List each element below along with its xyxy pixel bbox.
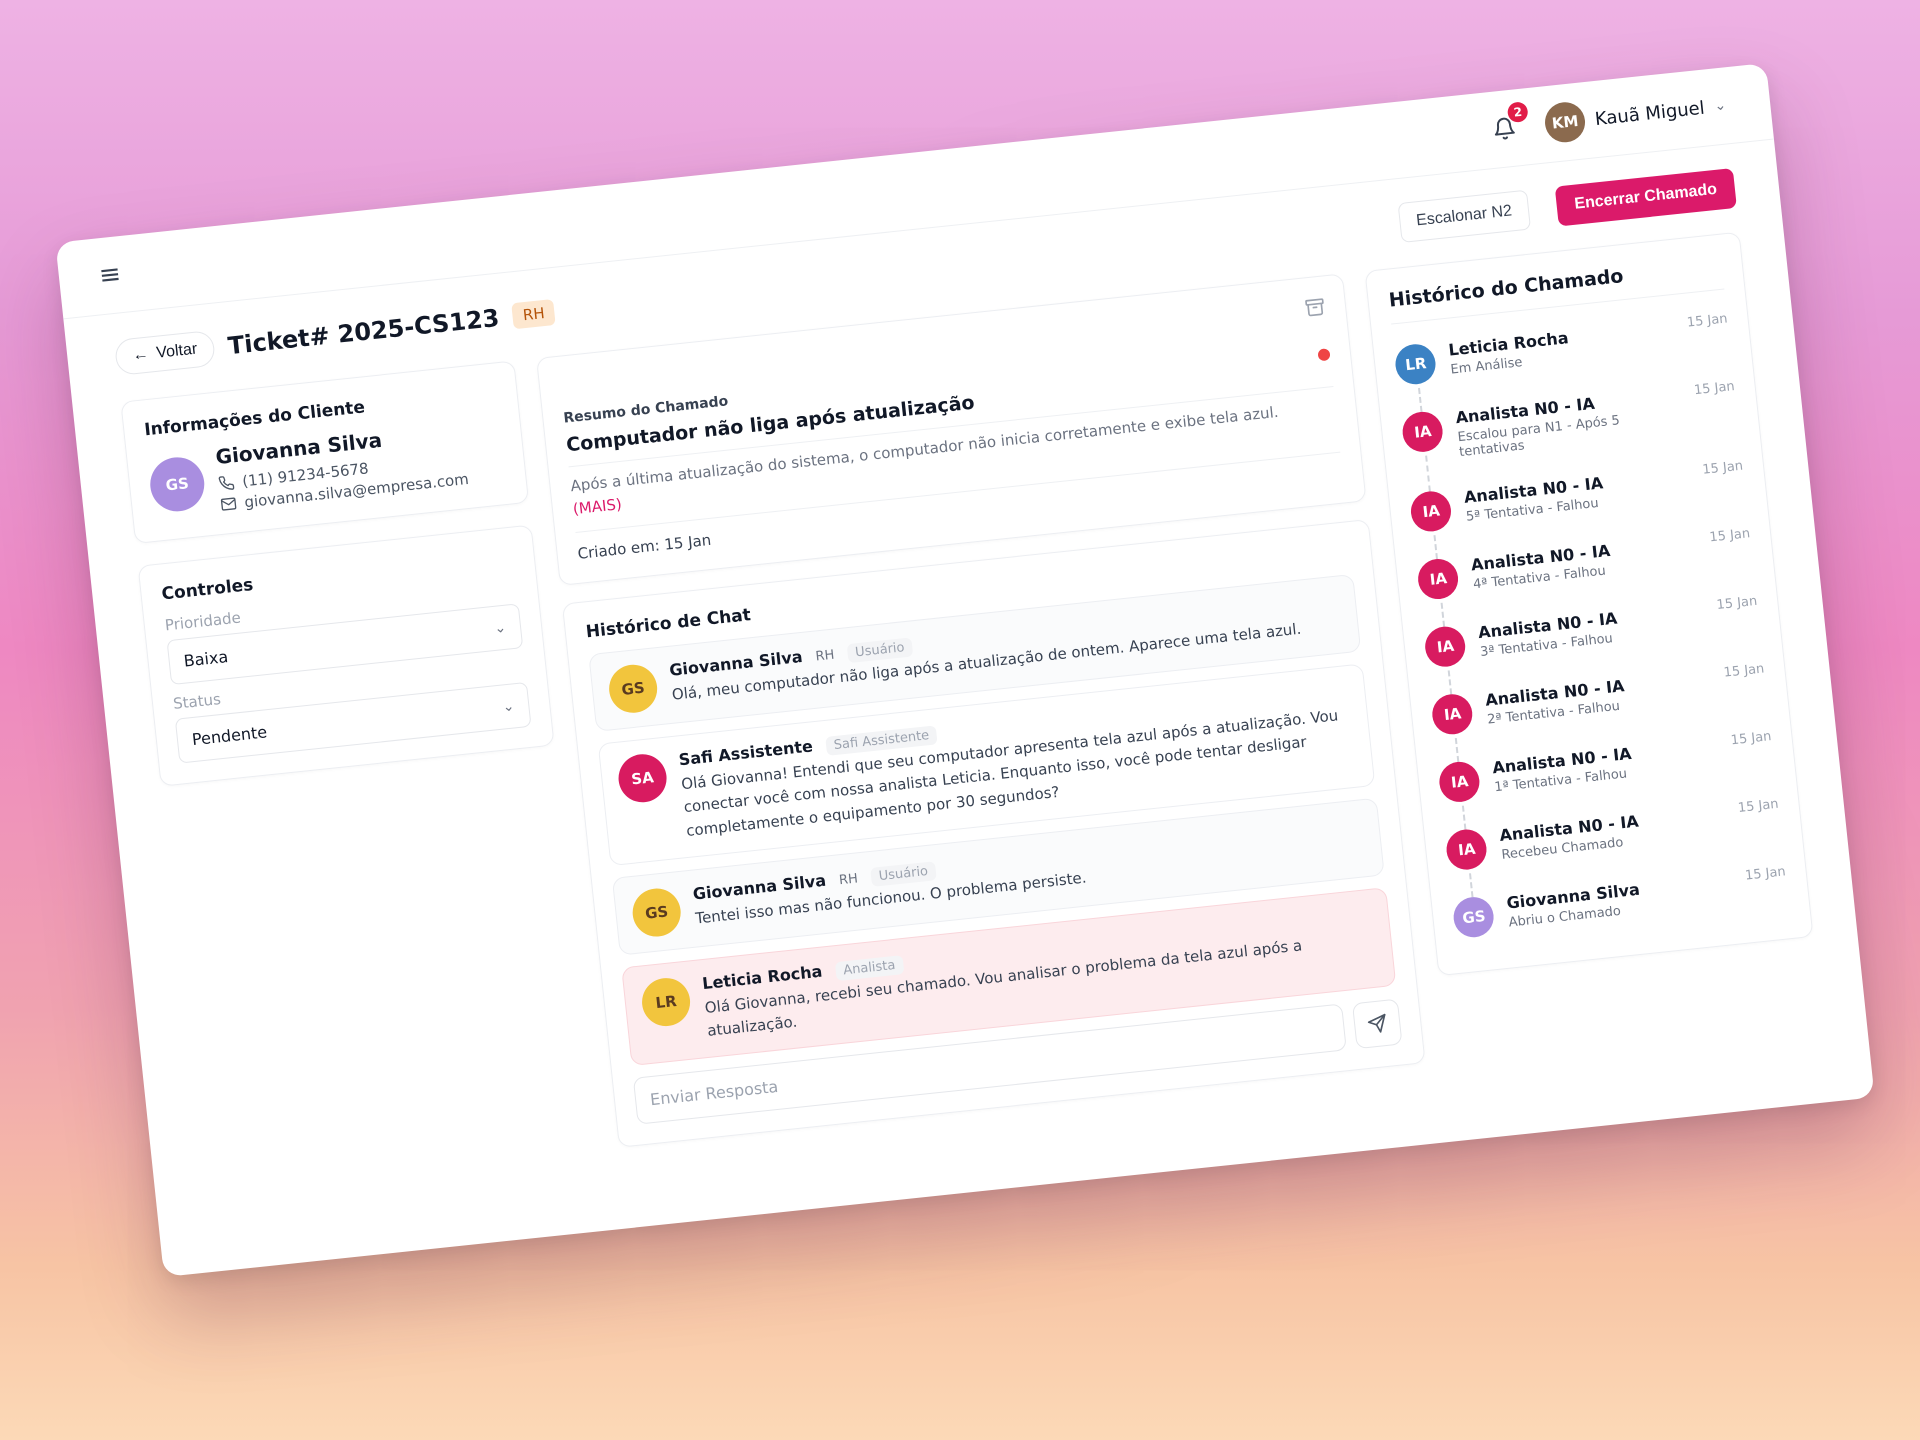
archive-icon (1305, 298, 1325, 317)
back-label: Voltar (155, 340, 199, 362)
user-name: Kauã Miguel (1593, 97, 1706, 130)
message-avatar: GS (630, 885, 684, 939)
chat-card: Histórico de Chat GS Giovanna Silva RH U… (561, 518, 1426, 1149)
close-ticket-button[interactable]: Encerrar Chamado (1554, 168, 1737, 227)
chevron-down-icon: ⌄ (1713, 97, 1727, 115)
timeline-avatar: IA (1430, 692, 1475, 737)
user-avatar: KM (1543, 100, 1588, 145)
timeline-avatar: IA (1400, 409, 1445, 454)
user-menu[interactable]: KM Kauã Miguel ⌄ (1543, 85, 1728, 145)
status-indicator-dot (1317, 348, 1331, 362)
phone-icon (218, 476, 235, 490)
department-badge: RH (511, 299, 556, 330)
right-column: Histórico do Chamado LR Leticia Rocha Em… (1364, 231, 1814, 977)
timeline-date: 15 Jan (1744, 864, 1787, 884)
chevron-down-icon: ⌄ (493, 619, 507, 637)
notifications-button[interactable]: 2 (1488, 101, 1529, 145)
timeline-avatar: IA (1437, 759, 1482, 804)
timeline-avatar: IA (1416, 557, 1461, 601)
timeline-date: 15 Jan (1730, 729, 1773, 749)
timeline-date: 15 Jan (1708, 526, 1751, 546)
timeline-date: 15 Jan (1722, 661, 1766, 681)
ticket-title: Ticket# 2025-CS123 (226, 303, 501, 361)
status-value: Pendente (191, 722, 268, 750)
controls-card: Controles Prioridade Baixa ⌄ Status Pend… (137, 524, 555, 787)
send-button[interactable] (1352, 998, 1403, 1049)
timeline-avatar: IA (1409, 489, 1454, 534)
more-link[interactable]: (MAIS) (572, 495, 622, 518)
escalate-button[interactable]: Escalonar N2 (1397, 189, 1531, 244)
history-card: Histórico do Chamado LR Leticia Rocha Em… (1364, 231, 1814, 977)
message-avatar: LR (639, 975, 693, 1029)
timeline-avatar: LR (1393, 342, 1438, 387)
hamburger-menu-icon[interactable]: ≡ (98, 259, 123, 291)
client-avatar: GS (147, 454, 207, 514)
timeline-avatar: IA (1423, 624, 1468, 669)
timeline-date: 15 Jan (1701, 458, 1744, 478)
message-avatar: GS (606, 662, 660, 716)
message-avatar: SA (616, 751, 669, 805)
middle-column: Resumo do Chamado Computador não liga ap… (536, 273, 1426, 1149)
mail-icon (220, 497, 237, 511)
chevron-down-icon: ⌄ (501, 697, 516, 715)
timeline-date: 15 Jan (1686, 311, 1729, 331)
arrow-left-icon: ← (131, 345, 150, 365)
timeline-date: 15 Jan (1737, 796, 1780, 816)
app-window: ≡ 2 KM Kauã Miguel ⌄ ← Voltar Ticket# 20… (55, 62, 1875, 1278)
timeline-date: 15 Jan (1693, 379, 1736, 399)
timeline-avatar: GS (1451, 895, 1496, 940)
priority-value: Baixa (182, 647, 230, 671)
message-dept: RH (838, 871, 859, 889)
archive-button[interactable] (1304, 296, 1326, 322)
timeline-avatar: IA (1444, 827, 1489, 872)
back-button[interactable]: ← Voltar (113, 329, 217, 376)
left-column: Informações do Cliente GS Giovanna Silva… (120, 360, 555, 787)
timeline-date: 15 Jan (1715, 593, 1758, 614)
message-dept: RH (814, 647, 836, 665)
send-icon (1368, 1013, 1386, 1033)
